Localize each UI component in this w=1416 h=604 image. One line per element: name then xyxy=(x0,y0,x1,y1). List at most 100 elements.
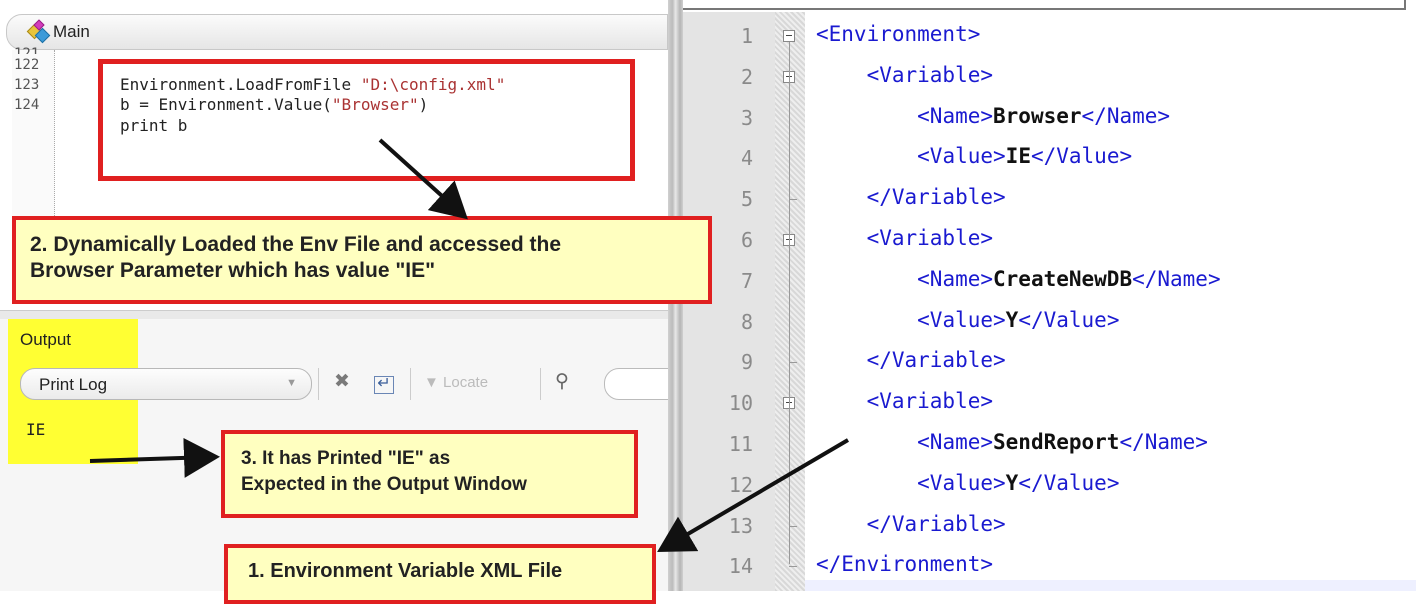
xml-indent xyxy=(816,63,867,87)
xml-line[interactable]: <Value>Y</Value> xyxy=(816,308,1119,332)
xml-tag: </Environment> xyxy=(816,552,994,577)
current-line-highlight xyxy=(805,580,1416,591)
xml-line-number: 14 xyxy=(728,554,753,579)
xml-indent xyxy=(816,144,917,168)
print-log-label: Print Log xyxy=(39,375,108,394)
xml-line-number: 12 xyxy=(728,472,753,497)
xml-line-number: 10 xyxy=(728,391,753,416)
xml-line[interactable]: <Value>Y</Value> xyxy=(816,471,1119,495)
xml-value: Y xyxy=(1005,470,1019,495)
xml-tag: <Name> xyxy=(917,430,994,454)
xml-line-number: 2 xyxy=(740,64,753,89)
output-title: Output xyxy=(8,323,138,357)
xml-tag: </Name> xyxy=(1081,103,1171,128)
toolbar-separator xyxy=(540,368,541,400)
xml-indent xyxy=(816,226,867,250)
tab-main[interactable]: Main xyxy=(6,14,668,50)
locate-label: Locate xyxy=(443,374,489,391)
xml-line[interactable]: <Environment> xyxy=(816,22,980,46)
xml-line[interactable]: </Environment> xyxy=(816,552,993,576)
xml-line[interactable]: <Name>CreateNewDB</Name> xyxy=(816,266,1221,291)
xml-tag: </Name> xyxy=(1119,430,1208,454)
xml-value: IE xyxy=(1005,144,1031,169)
xml-value: Y xyxy=(1005,307,1019,332)
xml-line[interactable]: </Variable> xyxy=(816,185,1006,209)
xml-tag: </Value> xyxy=(1030,144,1133,169)
search-icon[interactable]: ⚲ xyxy=(555,370,569,393)
xml-line-number: 5 xyxy=(740,187,753,212)
xml-line-number: 1 xyxy=(740,24,753,48)
callout-2-line2: Browser Parameter which has value "IE" xyxy=(30,259,436,282)
xml-indent xyxy=(816,348,867,372)
callout-3-line1: 3. It has Printed "IE" as xyxy=(241,448,451,469)
fold-toggle-icon[interactable] xyxy=(783,30,795,42)
xml-line-number: 8 xyxy=(740,309,753,334)
xml-tag: <Name> xyxy=(917,266,994,291)
xml-value: SendReport xyxy=(993,430,1120,454)
callout-2: 2. Dynamically Loaded the Env File and a… xyxy=(12,216,712,304)
callout-3: 3. It has Printed "IE" as Expected in th… xyxy=(221,430,638,518)
xml-indent xyxy=(816,430,917,454)
print-log-dropdown[interactable]: Print Log ▼ xyxy=(20,368,312,400)
xml-tag: </Value> xyxy=(1018,470,1120,495)
code-highlight-box xyxy=(98,59,635,181)
xml-tag: <Environment> xyxy=(816,22,981,46)
xml-editor-pane: <Environment> <Variable> <Name>Browser</… xyxy=(683,0,1416,591)
fold-guide-line xyxy=(789,42,790,565)
xml-tag: <Variable> xyxy=(866,389,994,414)
line-number: 121 xyxy=(14,46,40,54)
output-text: IE xyxy=(26,420,46,439)
fold-end-tick xyxy=(789,199,797,201)
chevron-down-icon: ▼ xyxy=(286,377,297,389)
output-title-label: Output xyxy=(20,330,72,349)
toolbar-separator xyxy=(318,368,319,400)
xml-tag: <Variable> xyxy=(866,62,994,87)
xml-line-number: 9 xyxy=(740,350,753,375)
xml-indent xyxy=(816,104,917,128)
clear-icon[interactable]: ✖ xyxy=(334,370,350,393)
xml-line[interactable]: <Name>Browser</Name> xyxy=(816,104,1170,128)
fold-end-tick xyxy=(789,566,797,568)
word-wrap-icon[interactable]: ↵ xyxy=(374,376,394,394)
fold-end-tick xyxy=(789,362,797,364)
xml-value: CreateNewDB xyxy=(993,266,1133,291)
xml-line[interactable]: <Name>SendReport</Name> xyxy=(816,430,1208,454)
callout-1: 1. Environment Variable XML File xyxy=(224,544,656,604)
xml-tag: <Name> xyxy=(917,103,994,128)
locate-button[interactable]: ▼ Locate xyxy=(424,374,488,391)
callout-3-line2: Expected in the Output Window xyxy=(241,474,527,495)
xml-line[interactable]: <Variable> xyxy=(816,63,993,87)
search-input[interactable] xyxy=(604,368,668,400)
xml-indent xyxy=(816,308,917,332)
xml-tag: </Variable> xyxy=(866,348,1006,373)
xml-line[interactable]: <Value>IE</Value> xyxy=(816,144,1132,168)
xml-indent xyxy=(816,389,867,413)
toolbar-separator xyxy=(410,368,411,400)
xml-line[interactable]: <Variable> xyxy=(816,389,993,413)
line-number: 122 xyxy=(14,57,40,73)
window-border xyxy=(683,0,1406,10)
tab-main-label: Main xyxy=(53,22,90,41)
xml-tag: <Value> xyxy=(917,470,1006,495)
xml-line-number: 11 xyxy=(728,432,753,456)
pane-divider[interactable] xyxy=(0,310,668,319)
xml-line[interactable]: <Variable> xyxy=(816,226,993,250)
xml-indent xyxy=(816,471,917,495)
xml-line-number: 4 xyxy=(740,146,753,171)
xml-indent xyxy=(816,267,917,291)
xml-value: Browser xyxy=(993,103,1082,128)
xml-tag: </Name> xyxy=(1132,266,1221,291)
callout-2-line1: 2. Dynamically Loaded the Env File and a… xyxy=(30,233,562,256)
xml-line-number: 13 xyxy=(728,513,753,538)
xml-line[interactable]: </Variable> xyxy=(816,348,1006,372)
xml-tag: <Variable> xyxy=(866,226,994,250)
xml-tag: </Value> xyxy=(1018,307,1120,332)
xml-indent xyxy=(816,512,867,536)
xml-tag: </Variable> xyxy=(866,185,1006,210)
line-number: 123 xyxy=(14,77,40,93)
fold-margin xyxy=(775,12,805,591)
xml-line[interactable]: </Variable> xyxy=(816,512,1006,536)
xml-tag: <Value> xyxy=(917,307,1006,332)
xml-tag: <Value> xyxy=(917,144,1006,169)
line-number-gutter: 121 122 123 124 xyxy=(12,46,55,218)
